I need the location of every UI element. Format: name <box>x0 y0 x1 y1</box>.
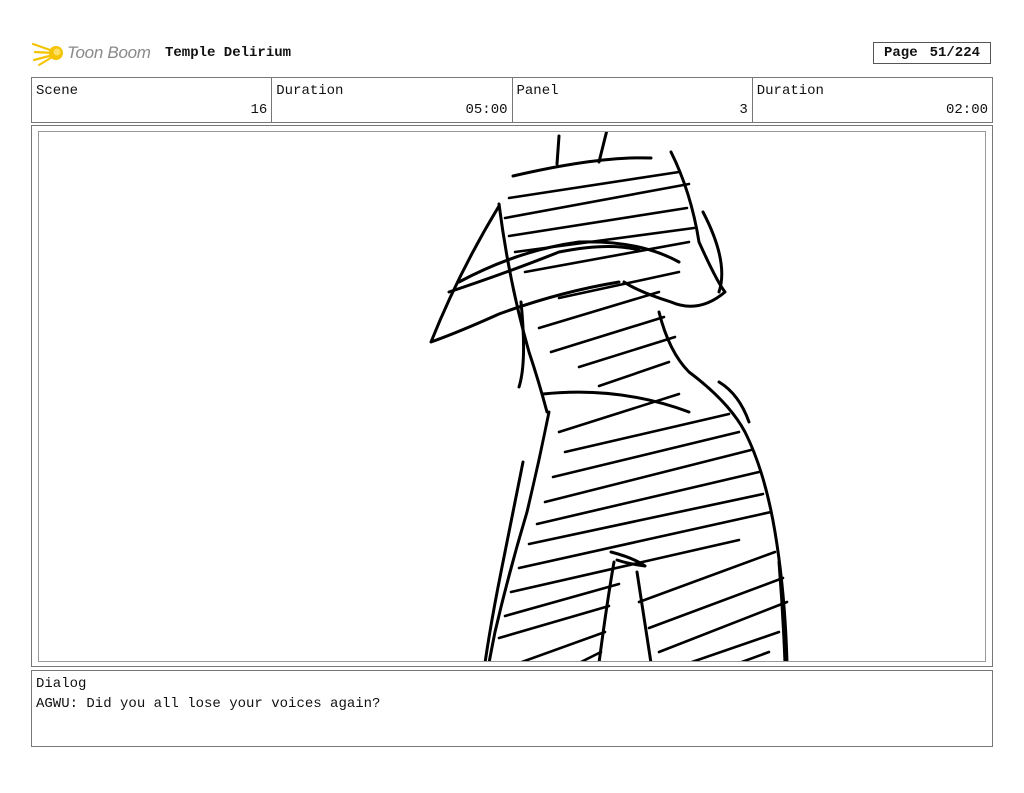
brand-name: Toon Boom <box>67 43 151 62</box>
panel-cell: Panel 3 <box>513 78 753 122</box>
scene-cell: Scene 16 <box>32 78 273 122</box>
scene-duration-label: Duration <box>276 83 344 99</box>
dialog-box: Dialog AGWU: Did you all lose your voice… <box>31 670 993 747</box>
storyboard-panel <box>31 125 993 667</box>
panel-duration-label: Duration <box>756 83 824 99</box>
flame-logo-icon <box>31 42 63 66</box>
page-label: Page <box>883 45 918 61</box>
figure-sketch-icon <box>429 132 789 661</box>
panel-info-row: Scene 16 Duration 05:00 Panel 3 Duration… <box>31 77 993 123</box>
scene-duration-cell: Duration 05:00 <box>272 78 513 122</box>
page-indicator: Page 51/224 <box>873 42 991 64</box>
dialog-text: AGWU: Did you all lose your voices again… <box>36 696 381 712</box>
scene-duration-value: 05:00 <box>465 102 508 118</box>
panel-value: 3 <box>739 102 748 118</box>
page-header: Toon Boom Temple Delirium Page 51/224 <box>31 36 993 70</box>
toon-boom-logo: Toon Boom <box>31 38 151 68</box>
dialog-label: Dialog <box>36 676 87 692</box>
scene-label: Scene <box>36 83 79 99</box>
page-number: 51/224 <box>929 45 981 61</box>
project-title: Temple Delirium <box>165 45 292 61</box>
panel-duration-value: 02:00 <box>945 102 988 118</box>
panel-duration-cell: Duration 02:00 <box>753 78 992 122</box>
panel-drawing-area <box>38 131 986 662</box>
panel-label: Panel <box>516 83 559 99</box>
scene-value: 16 <box>250 102 268 118</box>
